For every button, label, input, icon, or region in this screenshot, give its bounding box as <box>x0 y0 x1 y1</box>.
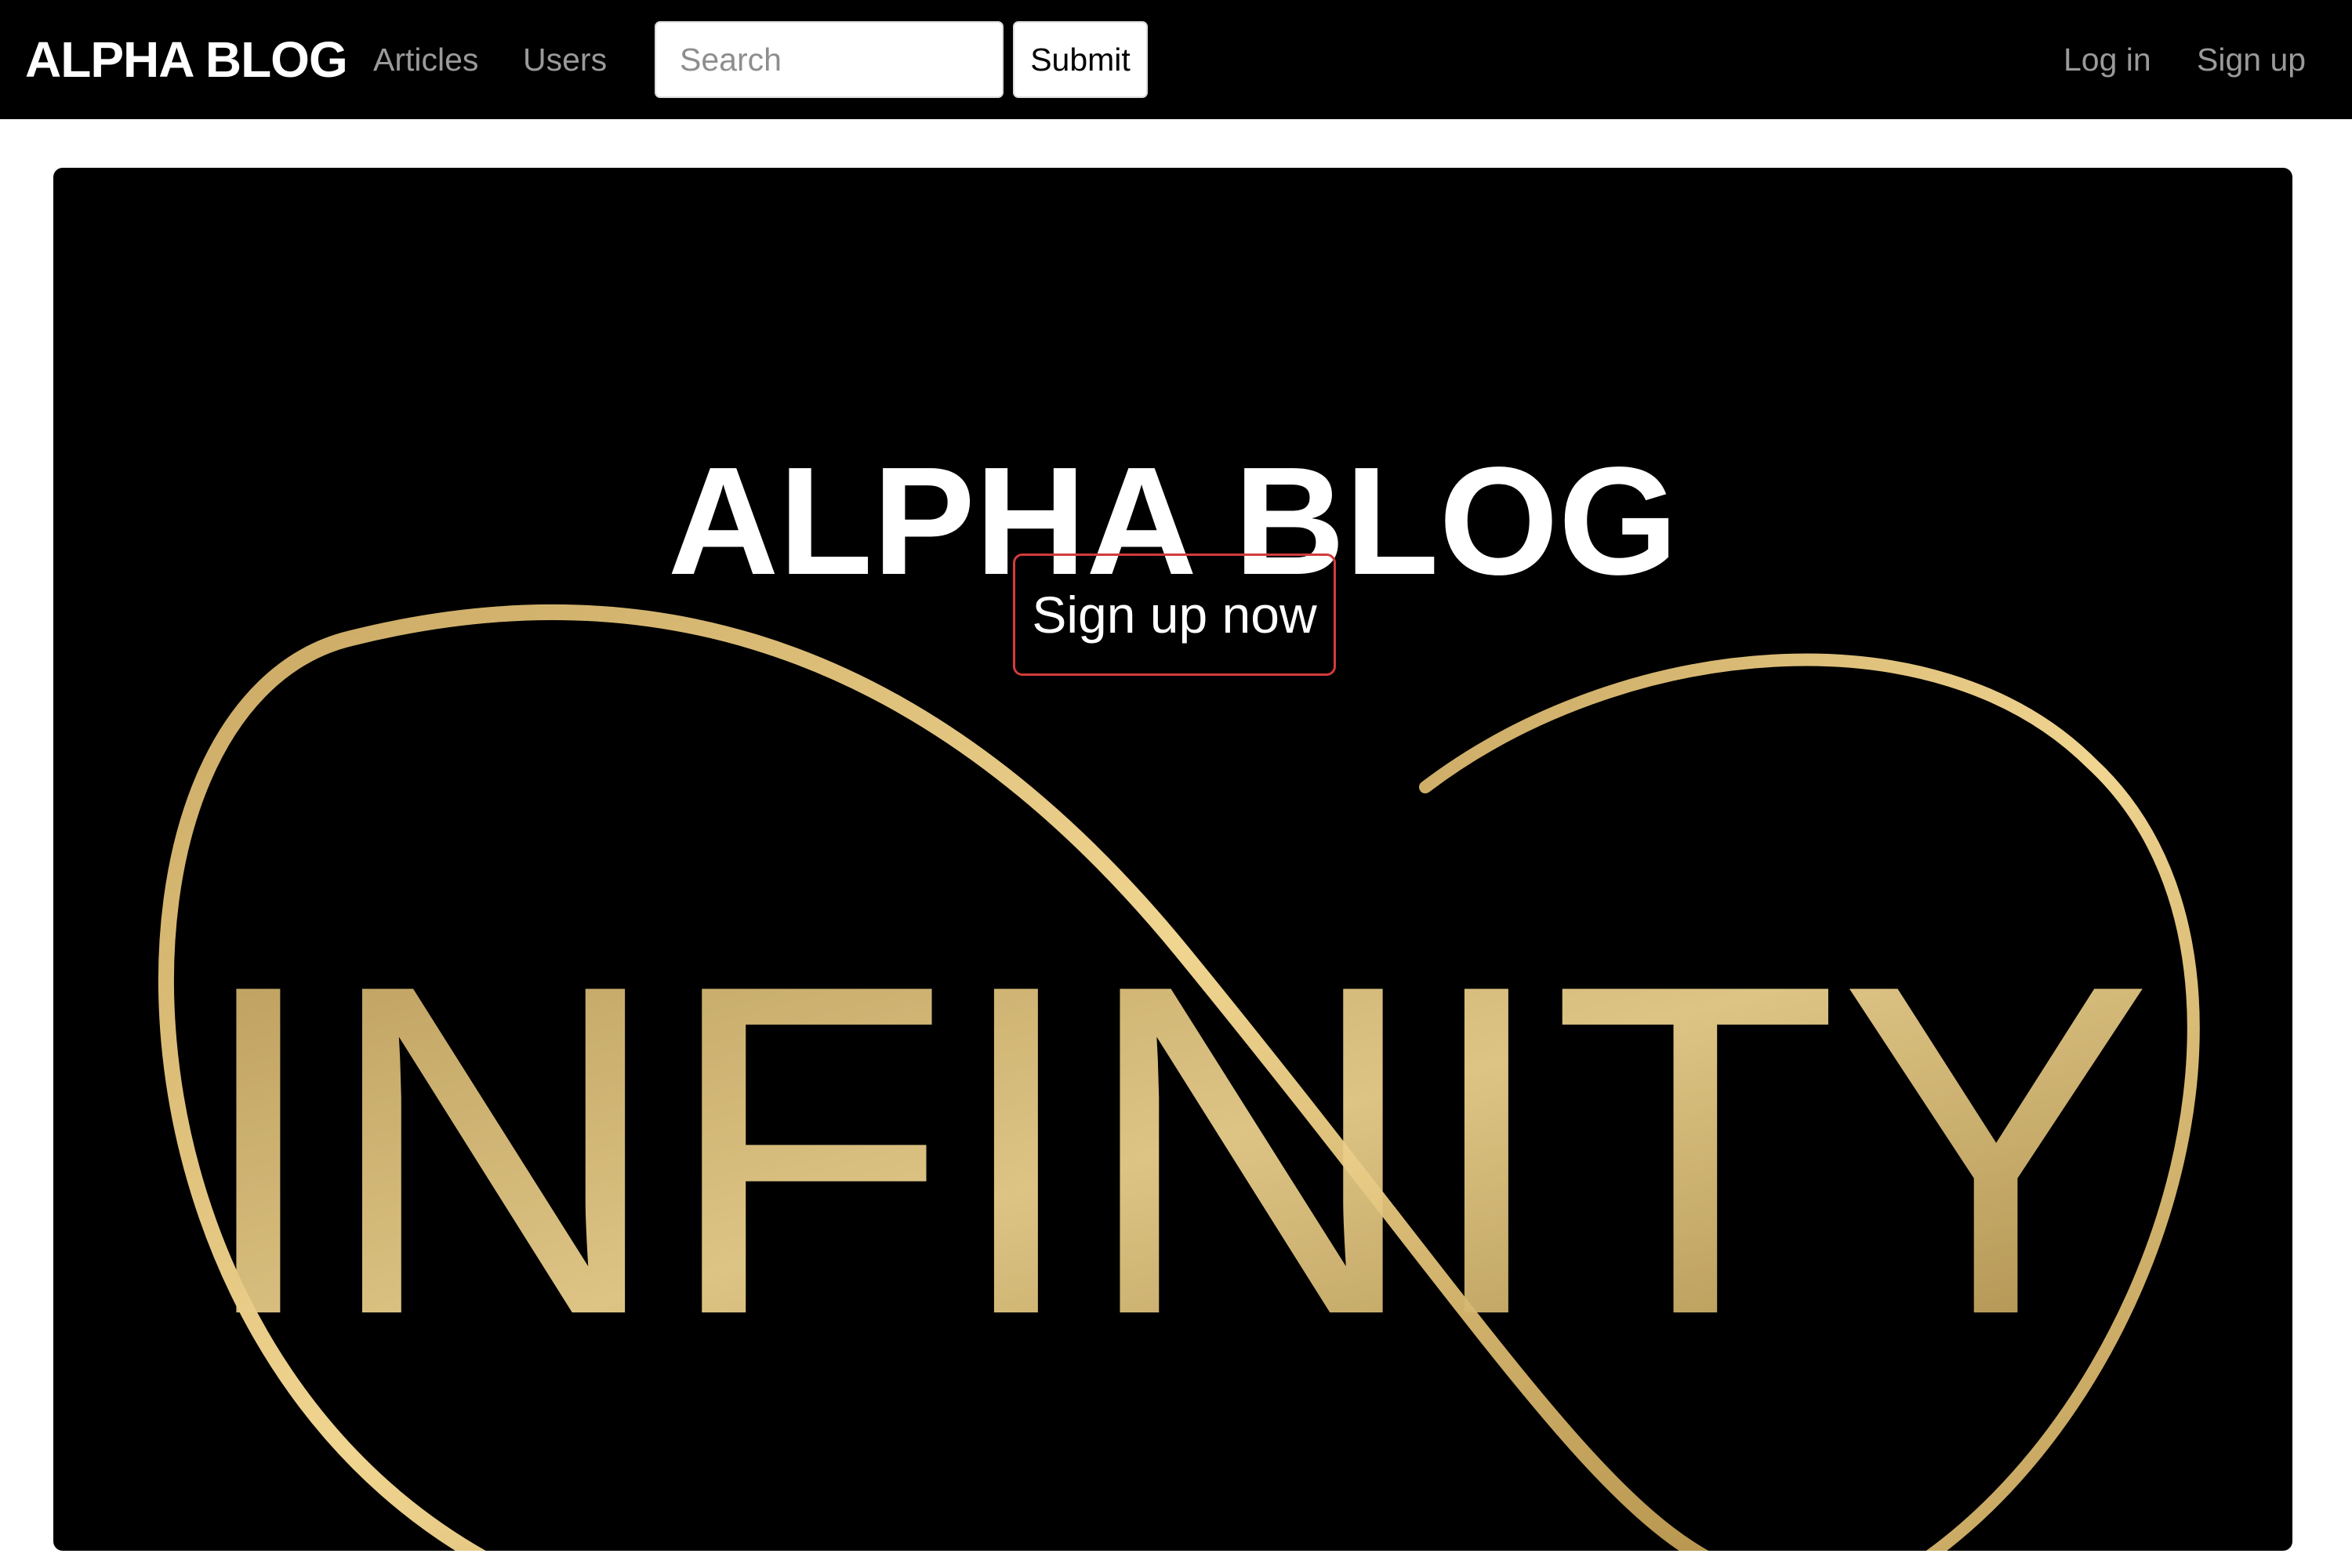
search-submit-button[interactable]: Submit <box>1013 21 1148 98</box>
top-navbar: ALPHA BLOG Articles Users Submit Log in … <box>0 0 2352 119</box>
infinity-logo-background: INFINITY <box>158 604 2200 1551</box>
hero-jumbotron: INFINITY ALPHA BLOG Sign up now <box>53 168 2292 1551</box>
brand-logo-link[interactable]: ALPHA BLOG <box>25 27 348 93</box>
nav-link-login[interactable]: Log in <box>2063 27 2151 93</box>
infinity-wordmark: INFINITY <box>193 887 2153 1413</box>
nav-link-articles[interactable]: Articles <box>373 27 478 93</box>
nav-link-signup[interactable]: Sign up <box>2197 27 2306 93</box>
nav-link-users[interactable]: Users <box>523 27 607 93</box>
sign-up-now-button[interactable]: Sign up now <box>1013 554 1336 676</box>
search-input[interactable] <box>655 21 1004 98</box>
